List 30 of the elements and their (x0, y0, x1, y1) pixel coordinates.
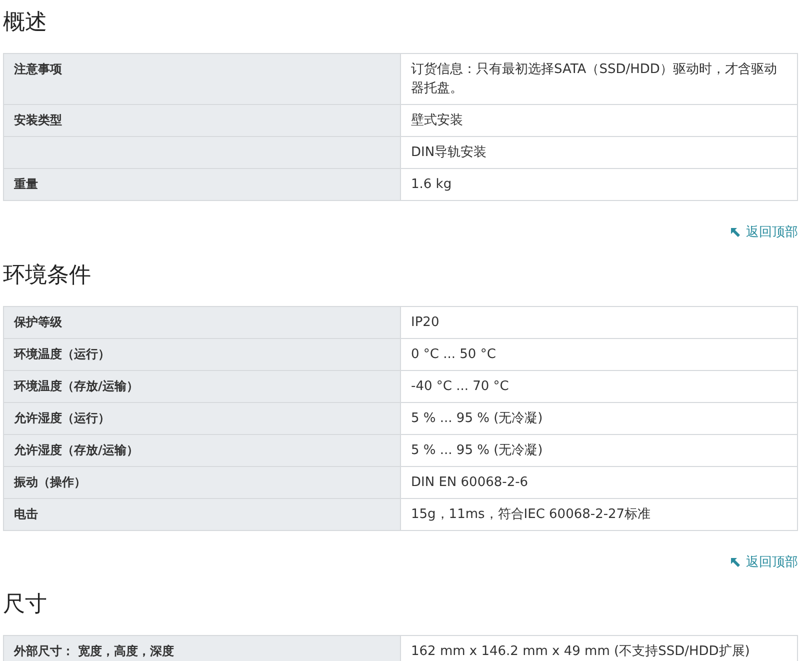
spec-value: 15g，11ms，符合IEC 60068-2-27标准 (400, 498, 798, 530)
spec-value: DIN EN 60068-2-6 (400, 466, 798, 498)
arrow-icon (731, 228, 740, 238)
spec-label: 外部尺寸： 宽度，高度，深度 (4, 636, 400, 661)
section-heading: 概述 (3, 9, 48, 37)
arrow-icon (731, 558, 740, 567)
section-heading: 环境条件 (3, 262, 92, 290)
spec-value: 5 % ... 95 % (无冷凝) (400, 402, 798, 434)
spec-label: 注意事项 (4, 54, 400, 104)
spec-value: 0 °C ... 50 °C (400, 338, 798, 370)
spec-value: IP20 (400, 306, 798, 338)
spec-value: 1.6 kg (400, 168, 798, 200)
spec-label: 环境温度（存放/运输） (4, 370, 400, 402)
section-heading: 尺寸 (3, 591, 48, 619)
spec-label: 重量 (4, 168, 400, 200)
spec-label: 振动（操作） (4, 466, 400, 498)
spec-value: 壁式安装 (400, 104, 798, 136)
spec-label: 安装类型 (4, 104, 400, 136)
spec-value: DIN导轨安装 (400, 136, 798, 168)
spec-value: 162 mm x 146.2 mm x 49 mm (不支持SSD/HDD扩展) (400, 636, 798, 661)
spec-label: 环境温度（运行） (4, 338, 400, 370)
spec-label: 允许湿度（存放/运输） (4, 434, 400, 466)
spec-label: 允许湿度（运行） (4, 402, 400, 434)
spec-label: 电击 (4, 498, 400, 530)
spec-label: 保护等级 (4, 306, 400, 338)
back-to-top-link[interactable]: 返回顶部 (731, 552, 798, 572)
spec-value: 订货信息：只有最初选择SATA（SSD/HDD）驱动时，才含驱动器托盘。 (400, 54, 798, 104)
spec-value: -40 °C ... 70 °C (400, 370, 798, 402)
spec-value: 5 % ... 95 % (无冷凝) (400, 434, 798, 466)
back-to-top-link[interactable]: 返回顶部 (731, 223, 798, 242)
